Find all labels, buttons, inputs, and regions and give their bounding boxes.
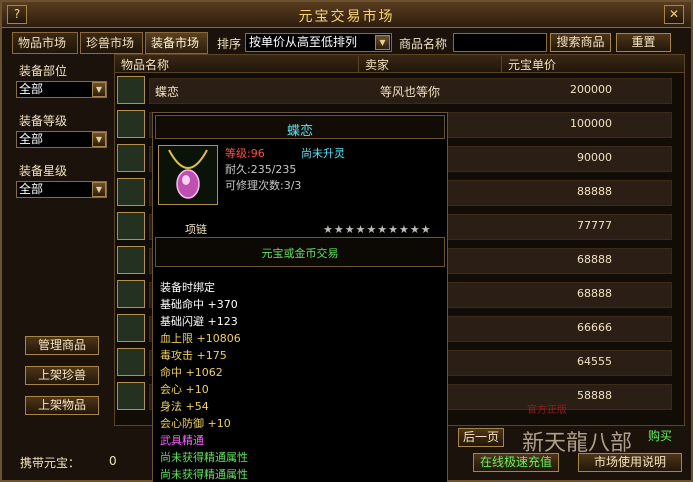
- window-title: 元宝交易市场: [298, 9, 395, 25]
- bracer-icon: [117, 382, 145, 410]
- column-header-seller: 卖家: [359, 56, 502, 72]
- filter-star-label: 装备星级: [19, 164, 68, 178]
- tooltip-attribute: 武具精通: [160, 434, 204, 447]
- tooltip-trade-box: 元宝或金币交易: [155, 237, 445, 267]
- chevron-down-icon[interactable]: ▼: [92, 132, 106, 147]
- tooltip-attribute: 命中 +1062: [160, 366, 223, 379]
- row-price: 77777: [577, 219, 612, 232]
- necklace-icon: [158, 145, 218, 205]
- row-price: 68888: [577, 287, 612, 300]
- tooltip-durability: 耐久:235/235: [225, 163, 297, 176]
- watermark-official: 官方正版: [527, 405, 567, 416]
- filter-slot-label: 装备部位: [19, 64, 68, 78]
- market-help-button[interactable]: 市场使用说明: [578, 453, 682, 472]
- row-price: 100000: [570, 117, 612, 130]
- chevron-down-icon[interactable]: ▼: [375, 35, 390, 50]
- tooltip-level: 等级:96: [225, 147, 265, 160]
- item-name-label: 商品名称: [399, 37, 448, 51]
- filter-slot-value: 全部: [19, 82, 44, 96]
- row-price: 68888: [577, 253, 612, 266]
- title-bar: ? 元宝交易市场 ✕: [2, 2, 691, 28]
- filter-level-select[interactable]: 全部 ▼: [16, 131, 107, 148]
- row-price: 64555: [577, 355, 612, 368]
- tooltip-attribute: 会心防御 +10: [160, 417, 231, 430]
- tab-item-market[interactable]: 物品市场: [12, 32, 78, 54]
- pet-icon: [117, 348, 145, 376]
- table-header: 物品名称 卖家 元宝单价: [115, 55, 684, 73]
- tooltip-trade: 元宝或金币交易: [261, 247, 339, 260]
- search-button[interactable]: 搜索商品: [550, 33, 611, 52]
- tooltip-title: 蝶恋: [286, 124, 313, 139]
- column-header-price: 元宝单价: [508, 58, 557, 72]
- list-pet-button[interactable]: 上架珍兽: [25, 366, 99, 385]
- chevron-down-icon[interactable]: ▼: [92, 82, 106, 97]
- necklace-icon: [117, 76, 145, 104]
- row-price: 200000: [570, 83, 612, 96]
- row-price: 58888: [577, 389, 612, 402]
- list-item-button[interactable]: 上架物品: [25, 396, 99, 415]
- close-button[interactable]: ✕: [664, 5, 684, 24]
- recharge-button[interactable]: 在线极速充值: [473, 453, 559, 472]
- ring-icon: [117, 178, 145, 206]
- chevron-down-icon[interactable]: ▼: [92, 182, 106, 197]
- filter-star-value: 全部: [19, 182, 44, 196]
- tooltip-attribute: 尚未获得精通属性: [160, 451, 248, 464]
- ring-icon: [117, 212, 145, 240]
- tooltip-attribute: 血上限 +10806: [160, 332, 241, 345]
- prev-page-button[interactable]: 后一页: [458, 428, 504, 447]
- column-header-name: 物品名称: [115, 56, 359, 72]
- toolbar: 物品市场 珍兽市场 装备市场 排序 按单价从高至低排列 ▼ 商品名称 搜索商品 …: [12, 32, 684, 54]
- filter-level-label: 装备等级: [19, 114, 68, 128]
- row-price: 66666: [577, 321, 612, 334]
- tab-equipment-market[interactable]: 装备市场: [145, 32, 208, 54]
- market-window: ? 元宝交易市场 ✕ 物品市场 珍兽市场 装备市场 排序 按单价从高至低排列 ▼…: [0, 0, 693, 482]
- sort-select-value: 按单价从高至低排列: [249, 35, 358, 49]
- tab-pet-market[interactable]: 珍兽市场: [80, 32, 143, 54]
- sort-select[interactable]: 按单价从高至低排列 ▼: [245, 33, 392, 52]
- row-price: 90000: [577, 151, 612, 164]
- tooltip-type: 项链: [185, 223, 207, 236]
- currency-value: 0: [109, 454, 117, 468]
- tooltip-title-bar: 蝶恋: [155, 115, 445, 139]
- sort-label: 排序: [217, 37, 242, 51]
- star-rating: ★★★★★★★★★★: [323, 223, 432, 236]
- reset-button[interactable]: 重置: [616, 33, 671, 52]
- filter-slot-select[interactable]: 全部 ▼: [16, 81, 107, 98]
- filter-level-value: 全部: [19, 132, 44, 146]
- necklace-icon: [117, 110, 145, 138]
- tooltip-repair: 可修理次数:3/3: [225, 179, 302, 192]
- tooltip-attribute: 身法 +54: [160, 400, 209, 413]
- armor-icon: [117, 314, 145, 342]
- tooltip-attribute: 毒攻击 +175: [160, 349, 227, 362]
- table-row[interactable]: 蝶恋 等风也等你 200000: [115, 74, 684, 107]
- buy-button[interactable]: 购买: [638, 428, 682, 447]
- filter-star-select[interactable]: 全部 ▼: [16, 181, 107, 198]
- row-item-name: 蝶恋: [155, 85, 180, 99]
- filter-sidebar: 装备部位 全部 ▼ 装备等级 全部 ▼ 装备星级 全部 ▼ 管理商品 上架珍兽 …: [14, 56, 110, 422]
- necklace-icon: [117, 280, 145, 308]
- row-seller: 等风也等你: [380, 85, 441, 99]
- tooltip-attribute: 基础闪避 +123: [160, 315, 238, 328]
- bracer-icon: [117, 144, 145, 172]
- tooltip-spirit: 尚未升灵: [301, 147, 345, 160]
- tooltip-attribute: 基础命中 +370: [160, 298, 238, 311]
- row-price: 88888: [577, 185, 612, 198]
- currency-label: 携带元宝：: [20, 456, 81, 470]
- tooltip-attribute: 尚未获得精通属性: [160, 468, 248, 481]
- armor-icon: [117, 246, 145, 274]
- item-name-input[interactable]: [453, 33, 547, 52]
- tooltip-bind: 装备时绑定: [160, 281, 215, 294]
- manage-goods-button[interactable]: 管理商品: [25, 336, 99, 355]
- item-tooltip: 蝶恋 等级:96 尚未升灵 耐久:235/235 可修理次数:3/3 项链 ★★…: [152, 112, 448, 482]
- tooltip-attribute: 会心 +10: [160, 383, 209, 396]
